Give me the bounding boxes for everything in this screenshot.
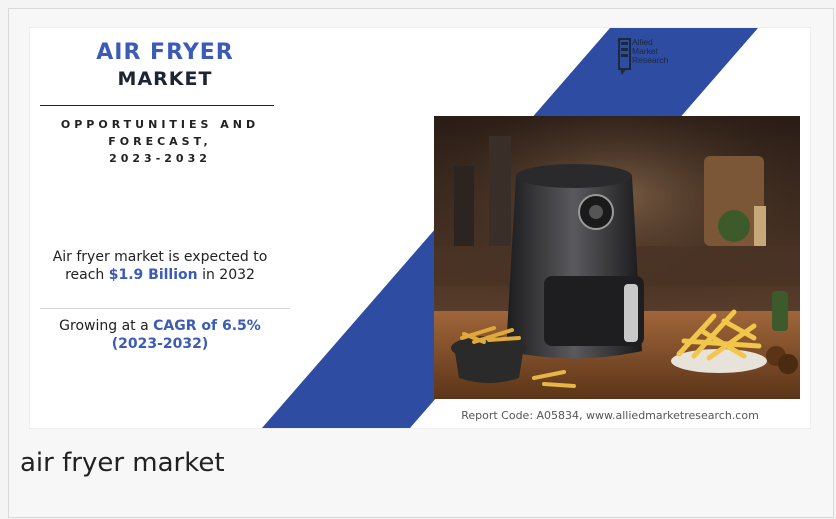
infographic-image: AIR FRYER MARKET OPPORTUNITIES AND FOREC… [30,28,810,428]
air-fryer-photo [434,116,800,399]
report-code-footer: Report Code: A05834, www.alliedmarketres… [461,409,759,422]
subtitle-line: OPPORTUNITIES AND [60,118,260,131]
stat-divider [40,308,290,309]
allied-market-research-logo-icon [618,38,631,75]
subtitle-line: 2023-2032 [109,152,211,165]
infographic-title-market: MARKET [117,68,213,90]
infographic-title: AIR FRYER [96,40,234,65]
forecast-subtitle: OPPORTUNITIES AND FORECAST, 2023-2032 [40,116,280,167]
logo-line: Research [632,55,669,65]
cagr-prefix: Growing at a [59,318,154,334]
title-divider [40,105,274,106]
cagr-statement: Growing at a CAGR of 6.5% (2023-2032) [40,317,280,353]
allied-market-research-logo: Allied Market Research [618,38,698,78]
market-size-suffix: in 2032 [197,267,255,283]
subtitle-line: FORECAST, [108,135,212,148]
image-caption: air fryer market [20,448,225,478]
market-size-value: $1.9 Billion [108,267,198,283]
market-size-statement: Air fryer market is expected to reach $1… [40,248,280,284]
